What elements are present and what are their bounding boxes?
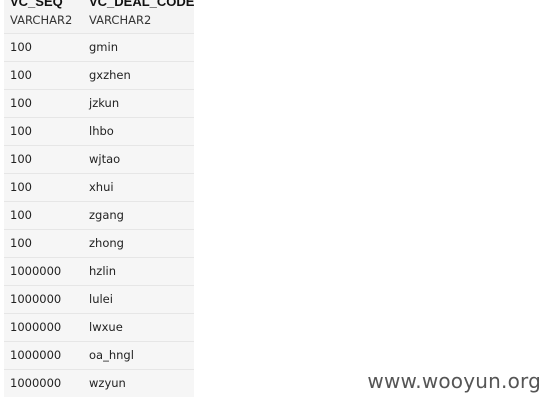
table-row[interactable]: 1000000 lwxue [4,313,194,341]
column-name: VC_SEQ [10,0,63,9]
cell-vc-deal-code[interactable]: wzyun [89,376,126,390]
grid-body: 100 gmin 100 gxzhen 100 jzkun 100 lhbo 1… [4,33,194,397]
table-row[interactable]: 1000000 wzyun [4,369,194,397]
column-type: VARCHAR2 [10,13,73,27]
cell-vc-deal-code[interactable]: jzkun [89,96,119,110]
cell-vc-seq[interactable]: 100 [10,68,32,82]
column-header-vc-deal-code[interactable]: VC_DEAL_CODE VARCHAR2 [89,0,194,28]
column-header-vc-seq[interactable]: VC_SEQ VARCHAR2 [10,0,72,28]
table-row[interactable]: 100 jzkun [4,89,194,117]
cell-vc-deal-code[interactable]: zgang [89,208,124,222]
watermark: www.wooyun.org [367,369,541,393]
grid-header: VC_SEQ VARCHAR2 VC_DEAL_CODE VARCHAR2 [4,0,194,33]
table-row[interactable]: 100 xhui [4,173,194,201]
cell-vc-deal-code[interactable]: oa_hngl [89,348,134,362]
cell-vc-deal-code[interactable]: xhui [89,180,114,194]
column-type: VARCHAR2 [89,13,152,27]
cell-vc-seq[interactable]: 1000000 [10,292,61,306]
cell-vc-deal-code[interactable]: lhbo [89,124,114,138]
table-row[interactable]: 100 lhbo [4,117,194,145]
table-row[interactable]: 100 wjtao [4,145,194,173]
table-row[interactable]: 100 zhong [4,229,194,257]
cell-vc-seq[interactable]: 1000000 [10,376,61,390]
cell-vc-seq[interactable]: 1000000 [10,264,61,278]
cell-vc-deal-code[interactable]: zhong [89,236,124,250]
cell-vc-seq[interactable]: 1000000 [10,320,61,334]
cell-vc-deal-code[interactable]: hzlin [89,264,116,278]
cell-vc-seq[interactable]: 100 [10,40,32,54]
column-name: VC_DEAL_CODE [89,0,194,9]
cell-vc-deal-code[interactable]: gxzhen [89,68,131,82]
table-row[interactable]: 1000000 oa_hngl [4,341,194,369]
table-row[interactable]: 1000000 hzlin [4,257,194,285]
table-row[interactable]: 1000000 lulei [4,285,194,313]
cell-vc-seq[interactable]: 100 [10,96,32,110]
cell-vc-seq[interactable]: 1000000 [10,348,61,362]
cell-vc-deal-code[interactable]: wjtao [89,152,120,166]
table-row[interactable]: 100 zgang [4,201,194,229]
cell-vc-deal-code[interactable]: lwxue [89,320,123,334]
cell-vc-seq[interactable]: 100 [10,152,32,166]
table-row[interactable]: 100 gxzhen [4,61,194,89]
cell-vc-seq[interactable]: 100 [10,124,32,138]
cell-vc-seq[interactable]: 100 [10,180,32,194]
cell-vc-deal-code[interactable]: lulei [89,292,113,306]
cell-vc-seq[interactable]: 100 [10,236,32,250]
table-row[interactable]: 100 gmin [4,33,194,61]
cell-vc-deal-code[interactable]: gmin [89,40,118,54]
cell-vc-seq[interactable]: 100 [10,208,32,222]
result-grid: VC_SEQ VARCHAR2 VC_DEAL_CODE VARCHAR2 10… [4,0,194,407]
